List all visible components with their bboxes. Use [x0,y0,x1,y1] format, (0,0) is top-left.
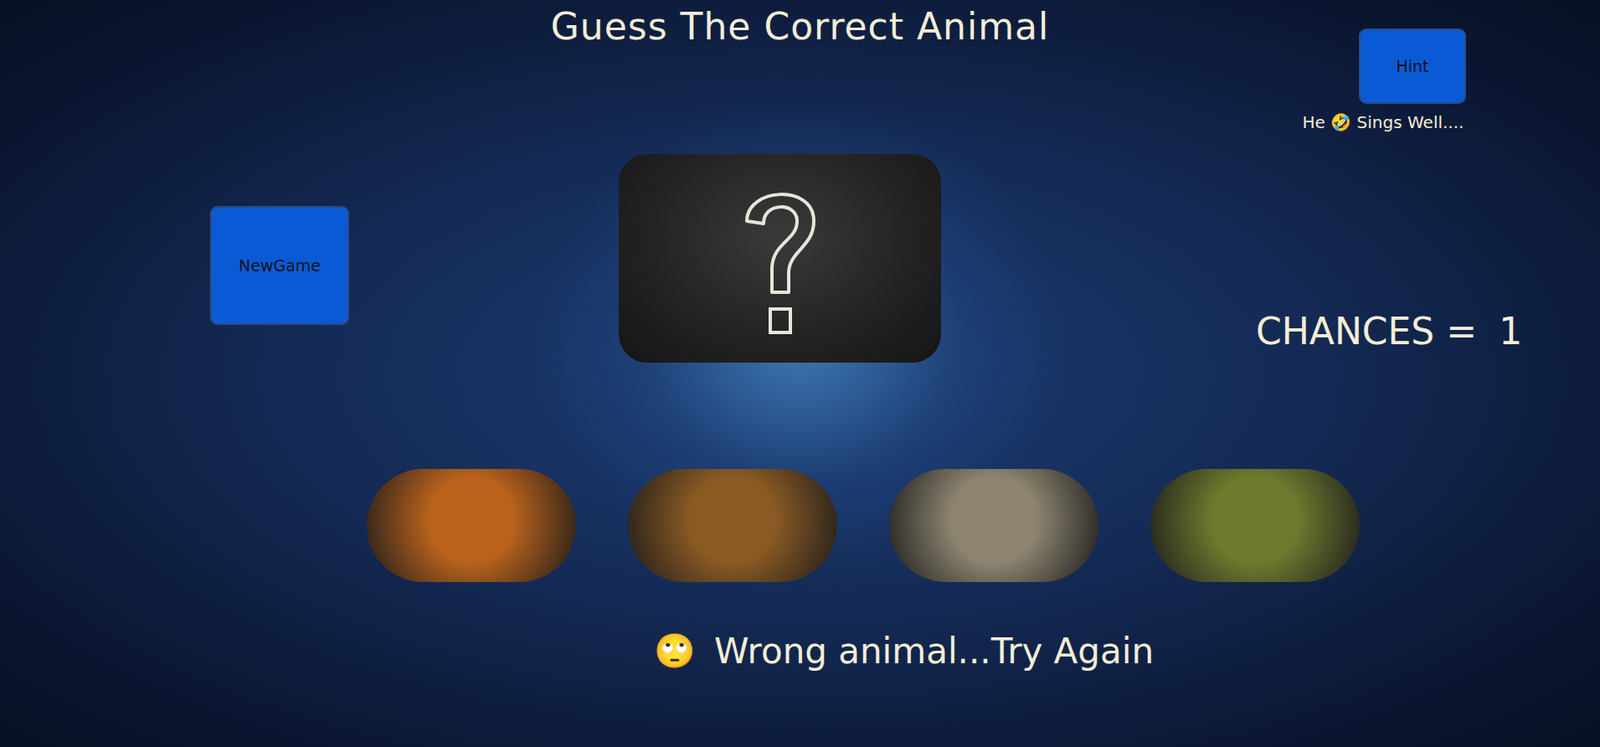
hint-text: He 🤣 Sings Well.... [1302,112,1465,133]
hint-panel: Hint He 🤣 Sings Well.... [1300,0,1467,133]
game-screen: Guess The Correct Animal Hint He 🤣 Sings W… [0,0,1600,747]
animal-choices [0,468,1600,582]
play-area: NewGame CHANCES = 1 [0,154,1600,363]
new-game-button[interactable]: NewGame [210,205,350,325]
animal-choice[interactable] [627,468,838,582]
game-title: Guess The Correct Animal [550,0,1050,48]
result-message: 🙄 Wrong animal...Try Again [0,630,1600,672]
hint-button[interactable]: Hint [1358,28,1467,104]
animal-choice[interactable] [1150,468,1360,582]
eye-roll-icon: 🙄 [653,631,696,671]
result-text: Wrong animal...Try Again [714,630,1154,672]
animal-choice[interactable] [889,468,1099,582]
chances-value: 1 [1498,309,1523,353]
chances-counter: CHANCES = 1 [1255,309,1600,353]
header: Guess The Correct Animal Hint He 🤣 Sings W… [0,0,1600,134]
animal-choice[interactable] [366,468,577,582]
question-mark-icon [730,174,831,343]
mystery-animal-image [618,154,942,363]
chances-label: CHANCES = [1255,309,1477,353]
